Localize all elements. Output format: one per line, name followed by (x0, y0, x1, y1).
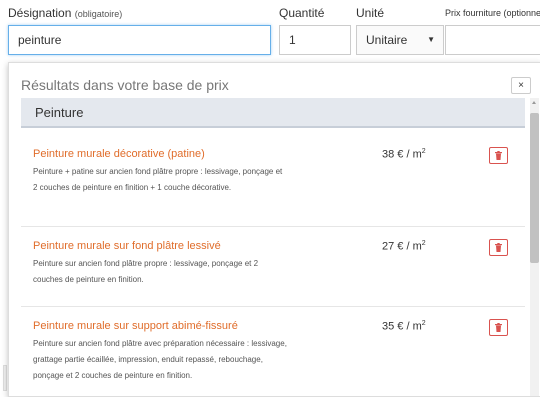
prix-fourniture-label: Prix fourniture (optionne (445, 8, 540, 18)
result-title[interactable]: Peinture murale sur support abimé-fissur… (33, 320, 238, 332)
delete-result-button[interactable] (489, 319, 508, 336)
result-price: 35 € / m2 (382, 320, 426, 333)
background-element (3, 365, 7, 391)
scroll-up-arrow[interactable] (530, 98, 539, 107)
designation-label-text: Désignation (8, 6, 72, 20)
close-results-button[interactable]: × (511, 77, 531, 94)
category-header: Peinture (21, 98, 525, 128)
delete-result-button[interactable] (489, 239, 508, 256)
unite-select[interactable]: Unitaire ▼ (356, 25, 444, 55)
results-list: Peinture murale décorative (patine) Pein… (21, 135, 525, 396)
result-price-unit-exponent: 2 (421, 320, 426, 327)
result-price-unit-exponent: 2 (421, 148, 426, 155)
results-scrollbar[interactable] (530, 107, 539, 396)
chevron-up-icon (532, 101, 536, 104)
results-title: Résultats dans votre base de prix (21, 77, 229, 93)
caret-down-icon: ▼ (427, 35, 435, 44)
result-description: Peinture sur ancien fond plâtre avec pré… (33, 339, 287, 380)
line-item-form: Désignation (obligatoire) peinture Quant… (0, 0, 540, 70)
designation-input[interactable]: peinture (8, 25, 271, 55)
trash-icon (495, 151, 502, 160)
quantite-label: Quantité (279, 6, 325, 20)
designation-required-hint: (obligatoire) (74, 9, 123, 19)
result-price-value: 27 € / m (382, 240, 422, 253)
scrollbar-thumb[interactable] (530, 113, 539, 263)
result-description: Peinture sur ancien fond plâtre propre :… (33, 259, 259, 284)
trash-icon (495, 243, 502, 252)
result-title[interactable]: Peinture murale décorative (patine) (33, 148, 205, 160)
result-price-value: 38 € / m (382, 148, 422, 161)
result-item[interactable]: Peinture murale décorative (patine) Pein… (21, 135, 525, 227)
designation-label: Désignation (obligatoire) (8, 6, 122, 20)
result-title[interactable]: Peinture murale sur fond plâtre lessivé (33, 240, 221, 252)
price-search-results-dropdown: Résultats dans votre base de prix × Pein… (8, 62, 540, 397)
result-description: Peinture + patine sur ancien fond plâtre… (33, 167, 283, 192)
unite-select-value: Unitaire (366, 33, 408, 47)
result-item[interactable]: Peinture murale sur support abimé-fissur… (21, 307, 525, 396)
unite-label: Unité (356, 6, 385, 20)
result-item[interactable]: Peinture murale sur fond plâtre lessivé … (21, 227, 525, 307)
result-price: 38 € / m2 (382, 148, 426, 161)
trash-icon (495, 323, 502, 332)
result-price-unit-exponent: 2 (421, 240, 426, 247)
close-icon: × (518, 80, 524, 91)
result-price-value: 35 € / m (382, 320, 422, 333)
result-price: 27 € / m2 (382, 240, 426, 253)
prix-fourniture-input[interactable] (445, 25, 540, 55)
quantite-input[interactable]: 1 (279, 25, 351, 55)
delete-result-button[interactable] (489, 147, 508, 164)
